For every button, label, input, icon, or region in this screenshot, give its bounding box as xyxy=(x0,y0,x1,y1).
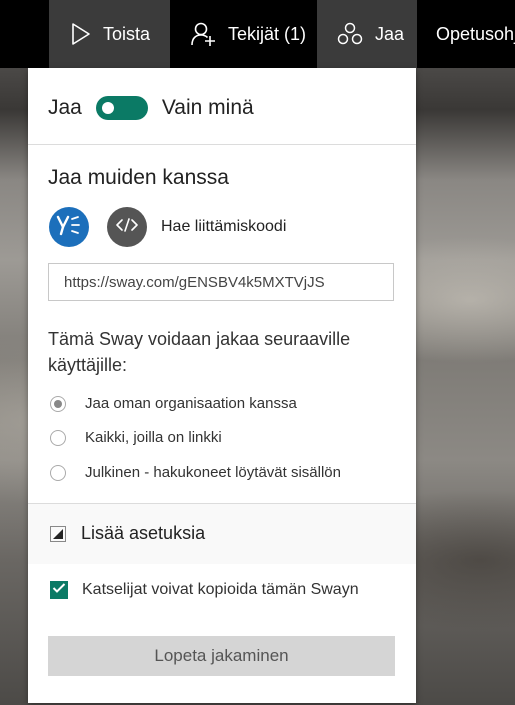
allow-copy-checkbox[interactable] xyxy=(50,581,68,599)
radio-button[interactable] xyxy=(50,395,66,412)
visibility-toggle[interactable] xyxy=(95,96,148,120)
more-settings-section: Lisää asetuksia xyxy=(28,504,416,564)
expand-triangle-icon xyxy=(50,525,66,542)
audience-option-label: Kaikki, joilla on linkki xyxy=(85,429,222,446)
tutorials-label: Opetusohj xyxy=(436,23,515,44)
visibility-toggle-row: Jaa Vain minä xyxy=(48,96,254,120)
embed-code-button[interactable] xyxy=(107,207,147,247)
divider xyxy=(28,144,416,145)
toggle-left-label: Jaa xyxy=(48,96,82,119)
authors-label: Tekijät (1) xyxy=(228,23,307,44)
tutorials-button[interactable]: Opetusohj xyxy=(436,0,515,68)
yammer-share-button[interactable] xyxy=(49,207,89,247)
share-label: Jaa xyxy=(375,23,405,44)
radio-button[interactable] xyxy=(50,464,66,481)
stop-sharing-button[interactable]: Lopeta jakaminen xyxy=(48,636,395,676)
audience-option-organization[interactable]: Jaa oman organisaation kanssa xyxy=(50,395,297,412)
share-button[interactable]: Jaa xyxy=(317,0,417,68)
share-link-field[interactable]: https://sway.com/gENSBV4k5MXTVjJS xyxy=(48,263,394,301)
allow-copy-label: Katselijat voivat kopioida tämän Swayn xyxy=(82,581,359,598)
toggle-state-label: Vain minä xyxy=(161,96,254,119)
share-with-others-heading: Jaa muiden kanssa xyxy=(48,166,229,189)
audience-option-label: Jaa oman organisaation kanssa xyxy=(85,395,297,412)
radio-button[interactable] xyxy=(50,429,66,446)
audience-option-public[interactable]: Julkinen - hakukoneet löytävät sisällön xyxy=(50,464,341,481)
code-icon xyxy=(116,217,138,238)
play-icon xyxy=(71,22,91,46)
more-settings-label: Lisää asetuksia xyxy=(81,523,206,543)
play-button[interactable]: Toista xyxy=(49,0,170,68)
share-icon xyxy=(337,22,363,46)
checkmark-icon xyxy=(52,581,66,599)
embed-code-label[interactable]: Hae liittämiskoodi xyxy=(161,218,286,236)
toggle-knob xyxy=(101,102,114,114)
yammer-icon xyxy=(56,214,82,241)
share-link-text: https://sway.com/gENSBV4k5MXTVjJS xyxy=(64,273,325,291)
add-person-icon xyxy=(190,21,216,47)
play-label: Toista xyxy=(103,23,151,44)
audience-option-label: Julkinen - hakukoneet löytävät sisällön xyxy=(85,464,341,481)
authors-button[interactable]: Tekijät (1) xyxy=(170,0,317,68)
more-settings-toggle[interactable]: Lisää asetuksia xyxy=(50,523,205,544)
audience-description: Tämä Sway voidaan jakaa seuraaville käyt… xyxy=(48,329,351,375)
allow-copy-option[interactable]: Katselijat voivat kopioida tämän Swayn xyxy=(50,581,359,599)
audience-option-anyone-with-link[interactable]: Kaikki, joilla on linkki xyxy=(50,429,222,446)
share-panel: Jaa Vain minä Jaa muiden kanssa Hae liit… xyxy=(28,68,416,703)
top-navigation-bar: Toista Tekijät (1) Jaa Opetusohj xyxy=(0,0,515,68)
